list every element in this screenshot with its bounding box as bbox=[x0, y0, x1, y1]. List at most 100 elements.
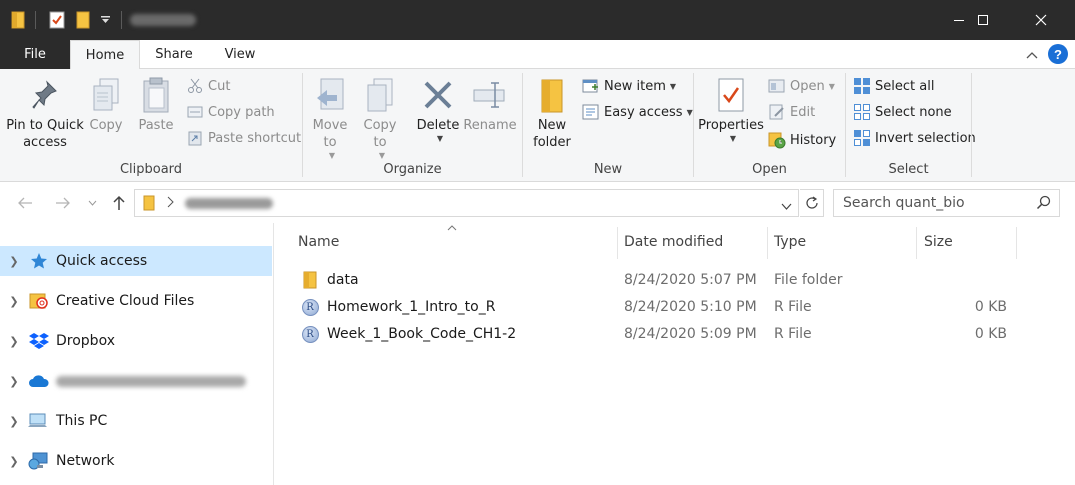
star-icon bbox=[28, 251, 50, 271]
history-button[interactable]: History bbox=[768, 129, 836, 151]
up-button[interactable] bbox=[108, 193, 130, 213]
delete-button[interactable]: Delete ▼ bbox=[417, 73, 459, 143]
file-row[interactable]: data 8/24/2020 5:07 PM File folder bbox=[295, 267, 1055, 293]
title-bar bbox=[0, 0, 1075, 40]
column-separator[interactable] bbox=[916, 227, 917, 259]
help-icon[interactable]: ? bbox=[1048, 44, 1068, 64]
column-header-date-modified[interactable]: Date modified bbox=[624, 223, 765, 261]
search-input[interactable]: Search quant_bio bbox=[833, 189, 1060, 217]
file-type: R File bbox=[774, 299, 812, 315]
invert-selection-button[interactable]: Invert selection bbox=[853, 127, 976, 149]
file-size: 0 KB bbox=[974, 299, 1007, 315]
window-title-redacted bbox=[130, 14, 196, 26]
file-row[interactable]: R Homework_1_Intro_to_R 8/24/2020 5:10 P… bbox=[295, 294, 1055, 320]
expand-chevron-icon[interactable]: ❯ bbox=[0, 255, 28, 268]
dropbox-icon bbox=[28, 331, 50, 351]
pin-to-quick-access-button[interactable]: Pin to Quick access bbox=[5, 73, 85, 151]
nav-item-this-pc[interactable]: ❯ This PC bbox=[0, 406, 272, 436]
properties-icon bbox=[711, 73, 751, 117]
group-separator bbox=[971, 73, 972, 177]
creative-cloud-icon bbox=[28, 291, 50, 311]
nav-item-dropbox[interactable]: ❯ Dropbox bbox=[0, 326, 272, 356]
copy-to-button[interactable]: Copy to ▼ bbox=[360, 73, 400, 160]
group-label-open: Open bbox=[752, 162, 787, 177]
select-none-button[interactable]: Select none bbox=[853, 101, 952, 123]
new-folder-icon bbox=[532, 73, 572, 117]
rename-button[interactable]: Rename bbox=[463, 73, 517, 134]
paste-button[interactable]: Paste bbox=[136, 73, 176, 134]
expand-chevron-icon[interactable]: ❯ bbox=[0, 415, 28, 428]
file-size bbox=[924, 267, 1007, 293]
network-icon bbox=[28, 451, 50, 471]
properties-quick-icon[interactable] bbox=[47, 9, 67, 31]
nav-item-creative-cloud[interactable]: ❯ Creative Cloud Files bbox=[0, 286, 272, 316]
column-separator[interactable] bbox=[617, 227, 618, 259]
file-date: 8/24/2020 5:07 PM bbox=[624, 272, 757, 288]
close-button[interactable] bbox=[1018, 0, 1064, 40]
tab-home[interactable]: Home bbox=[70, 40, 140, 70]
tab-file[interactable]: File bbox=[0, 40, 70, 69]
r-file-icon: R bbox=[300, 297, 320, 317]
address-history-dropdown[interactable] bbox=[781, 199, 792, 213]
cut-button[interactable]: Cut bbox=[186, 75, 230, 97]
properties-dropdown-caret: ▼ bbox=[729, 134, 737, 143]
edit-button[interactable]: Edit bbox=[768, 101, 815, 123]
column-separator[interactable] bbox=[1016, 227, 1017, 259]
column-header-type[interactable]: Type bbox=[774, 223, 915, 261]
move-to-button[interactable]: Move to ▼ bbox=[310, 73, 350, 160]
new-item-icon bbox=[582, 77, 600, 95]
file-row[interactable]: R Week_1_Book_Code_CH1-2 8/24/2020 5:09 … bbox=[295, 321, 1055, 347]
breadcrumb-path-redacted bbox=[185, 198, 273, 209]
tab-share[interactable]: Share bbox=[143, 40, 205, 69]
customize-toolbar-dropdown[interactable] bbox=[98, 9, 112, 31]
forward-button[interactable] bbox=[52, 193, 74, 213]
new-item-button[interactable]: New item ▼ bbox=[582, 75, 676, 97]
open-dropdown-caret: ▼ bbox=[828, 81, 835, 91]
back-button[interactable] bbox=[14, 193, 36, 213]
expand-chevron-icon[interactable]: ❯ bbox=[0, 295, 28, 308]
tab-view[interactable]: View bbox=[210, 40, 270, 69]
easy-access-button[interactable]: Easy access ▼ bbox=[582, 101, 693, 123]
rename-icon bbox=[470, 73, 510, 117]
copy-button[interactable]: Copy bbox=[86, 73, 126, 134]
group-label-organize: Organize bbox=[383, 162, 442, 177]
onedrive-label-redacted bbox=[56, 375, 246, 387]
copy-path-button[interactable]: Copy path bbox=[186, 101, 275, 123]
r-file-icon: R bbox=[300, 324, 320, 344]
column-header-size[interactable]: Size bbox=[924, 223, 1014, 261]
recent-locations-dropdown[interactable] bbox=[84, 193, 100, 213]
search-icon bbox=[1036, 195, 1051, 214]
nav-item-network[interactable]: ❯ Network bbox=[0, 446, 272, 476]
expand-chevron-icon[interactable]: ❯ bbox=[0, 455, 28, 468]
nav-item-quick-access[interactable]: ❯ Quick access bbox=[0, 246, 272, 276]
invert-selection-icon bbox=[853, 129, 871, 147]
open-icon bbox=[768, 77, 786, 95]
navigation-pane: ❯ Quick access ❯ Creative Cloud Files ❯ … bbox=[0, 223, 274, 485]
new-folder-quick-icon[interactable] bbox=[74, 9, 92, 31]
ribbon: Pin to Quick access Copy Paste Cut Copy … bbox=[0, 69, 1075, 182]
refresh-button[interactable] bbox=[800, 189, 824, 217]
properties-button[interactable]: Properties ▼ bbox=[698, 73, 764, 143]
collapse-ribbon-button[interactable] bbox=[1022, 45, 1042, 65]
select-none-icon bbox=[853, 103, 871, 121]
expand-chevron-icon[interactable]: ❯ bbox=[0, 375, 28, 388]
paste-shortcut-button[interactable]: Paste shortcut bbox=[186, 127, 301, 149]
copy-to-icon bbox=[360, 73, 400, 117]
file-date: 8/24/2020 5:10 PM bbox=[624, 299, 757, 315]
open-button[interactable]: Open ▼ bbox=[768, 75, 835, 97]
new-folder-button[interactable]: New folder bbox=[530, 73, 574, 151]
address-row: Search quant_bio bbox=[0, 183, 1075, 223]
breadcrumb-chevron-icon[interactable] bbox=[167, 196, 174, 211]
nav-item-onedrive[interactable]: ❯ bbox=[0, 366, 272, 396]
paste-shortcut-icon bbox=[186, 129, 204, 147]
column-header-name[interactable]: Name bbox=[298, 223, 614, 261]
expand-chevron-icon[interactable]: ❯ bbox=[0, 335, 28, 348]
folder-icon bbox=[9, 9, 27, 31]
separator bbox=[35, 11, 36, 29]
select-all-button[interactable]: Select all bbox=[853, 75, 934, 97]
move-to-icon bbox=[310, 73, 350, 117]
pin-icon bbox=[25, 73, 65, 117]
maximize-button[interactable] bbox=[960, 0, 1006, 40]
address-bar[interactable] bbox=[134, 189, 799, 217]
column-separator[interactable] bbox=[767, 227, 768, 259]
